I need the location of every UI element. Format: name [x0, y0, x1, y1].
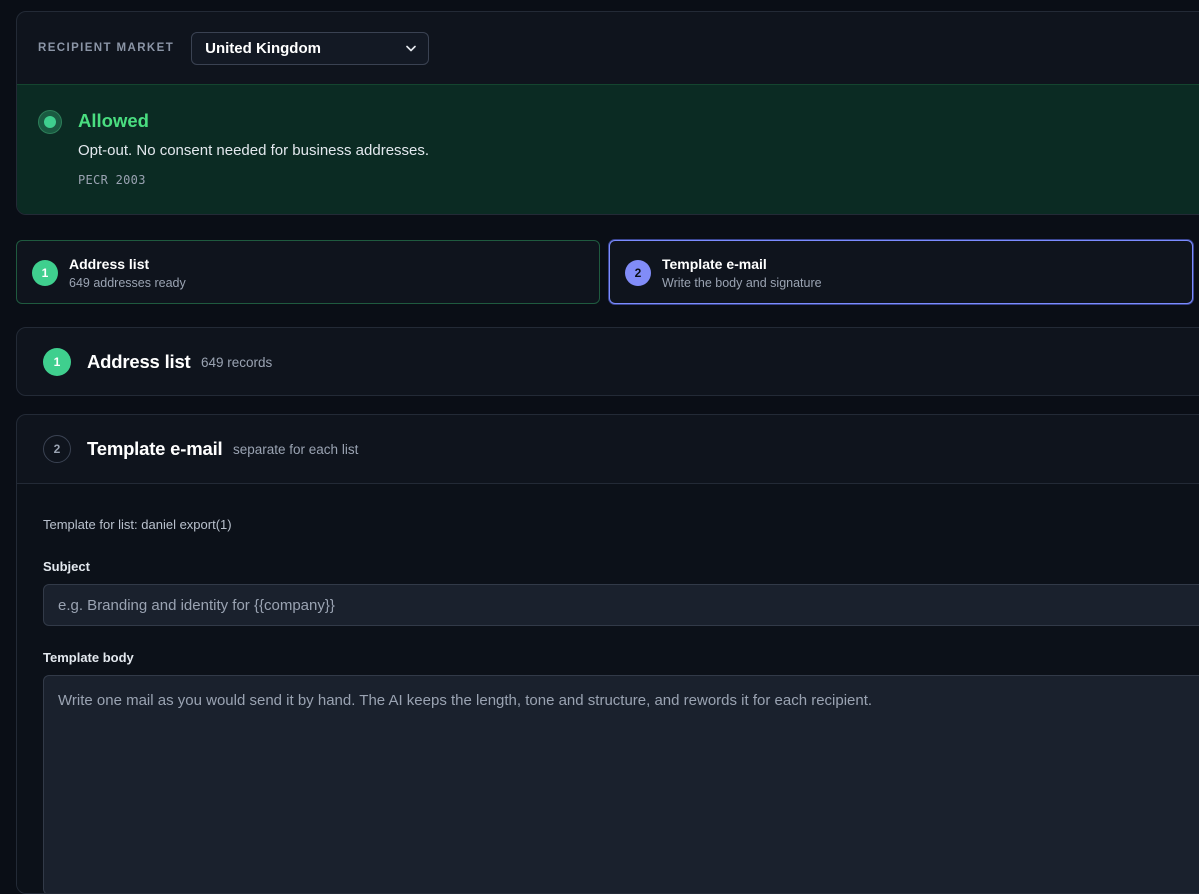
market-label: RECIPIENT MARKET	[38, 42, 175, 54]
record-count: 649 records	[201, 355, 273, 370]
step-title: Template e-mail	[662, 256, 767, 272]
template-form: Template for list: daniel export(1) Subj…	[17, 483, 1199, 893]
step-title: Address list	[69, 256, 150, 272]
market-select[interactable]: United Kingdom	[191, 31, 430, 65]
status-title: Allowed	[78, 110, 149, 131]
market-card: RECIPIENT MARKET United Kingdom Allowed …	[16, 11, 1199, 215]
market-selector-row: RECIPIENT MARKET United Kingdom	[17, 12, 1199, 84]
template-email-header[interactable]: 2 Template e-mail separate for each list	[17, 415, 1199, 483]
step-subtitle: 649 addresses ready	[69, 276, 186, 290]
subject-input[interactable]	[43, 584, 1199, 626]
template-body-input[interactable]	[43, 675, 1199, 893]
step-number-badge: 2	[625, 260, 651, 286]
status-dot-icon	[38, 110, 62, 134]
chevron-down-icon	[406, 45, 416, 52]
step-card-template-email[interactable]: 2 Template e-mail Write the body and sig…	[609, 240, 1193, 304]
step-number-badge: 1	[32, 260, 58, 286]
section-meta: separate for each list	[233, 442, 359, 457]
section-title: Address list	[87, 351, 191, 372]
step-card-address-list[interactable]: 1 Address list 649 addresses ready	[16, 240, 600, 304]
market-select-value: United Kingdom	[205, 39, 321, 57]
status-description: Opt-out. No consent needed for business …	[78, 142, 430, 159]
regulation-reference: PECR 2003	[78, 173, 146, 187]
section-number-badge: 2	[43, 435, 71, 463]
compliance-status-panel: Allowed Opt-out. No consent needed for b…	[17, 84, 1199, 214]
address-list-section: 1 Address list 649 records	[16, 327, 1199, 396]
section-title: Template e-mail	[87, 438, 223, 459]
template-list-note: Template for list: daniel export(1)	[43, 517, 232, 532]
subject-label: Subject	[43, 559, 90, 574]
step-subtitle: Write the body and signature	[662, 276, 822, 290]
address-list-header[interactable]: 1 Address list 649 records	[17, 328, 1199, 396]
template-body-label: Template body	[43, 650, 134, 665]
template-email-section: 2 Template e-mail separate for each list…	[16, 414, 1199, 894]
section-number-badge: 1	[43, 348, 71, 376]
